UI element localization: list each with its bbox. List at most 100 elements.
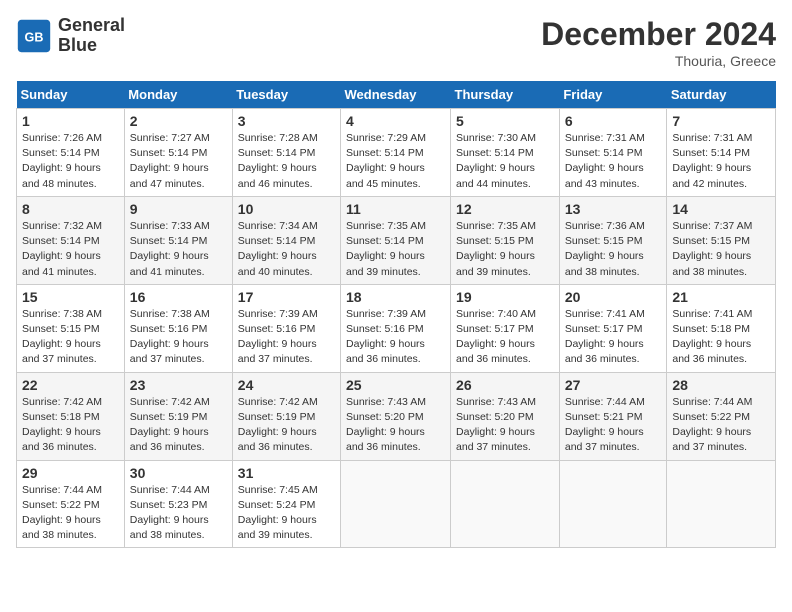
- day-info: Sunrise: 7:44 AM Sunset: 5:21 PM Dayligh…: [565, 395, 662, 456]
- day-number: 1: [22, 113, 119, 129]
- day-number: 24: [238, 377, 335, 393]
- calendar-week-row: 8Sunrise: 7:32 AM Sunset: 5:14 PM Daylig…: [17, 196, 776, 284]
- day-info: Sunrise: 7:43 AM Sunset: 5:20 PM Dayligh…: [346, 395, 445, 456]
- calendar-day-cell: 1 Sunrise: 7:26 AM Sunset: 5:14 PM Daylig…: [17, 109, 125, 197]
- calendar-day-cell: 24 Sunrise: 7:42 AM Sunset: 5:19 PM Dayli…: [232, 372, 340, 460]
- calendar-day-cell: 23 Sunrise: 7:42 AM Sunset: 5:19 PM Dayli…: [124, 372, 232, 460]
- calendar-day-cell: 12Sunrise: 7:35 AM Sunset: 5:15 PM Dayli…: [451, 196, 560, 284]
- day-info: Sunrise: 7:42 AM Sunset: 5:19 PM Dayligh…: [130, 395, 227, 456]
- day-number: 2: [130, 113, 227, 129]
- day-of-week-header: Thursday: [451, 81, 560, 109]
- calendar-day-cell: 30 Sunrise: 7:44 AM Sunset: 5:23 PM Dayli…: [124, 460, 232, 548]
- title-block: December 2024 Thouria, Greece: [541, 16, 776, 69]
- calendar-day-cell: 19 Sunrise: 7:40 AM Sunset: 5:17 PM Dayli…: [451, 284, 560, 372]
- calendar-day-cell: 17 Sunrise: 7:39 AM Sunset: 5:16 PM Dayli…: [232, 284, 340, 372]
- calendar-day-cell: 9Sunrise: 7:33 AM Sunset: 5:14 PM Daylig…: [124, 196, 232, 284]
- day-number: 4: [346, 113, 445, 129]
- day-number: 21: [672, 289, 770, 305]
- day-number: 30: [130, 465, 227, 481]
- day-of-week-header: Friday: [559, 81, 667, 109]
- day-number: 23: [130, 377, 227, 393]
- day-number: 10: [238, 201, 335, 217]
- day-info: Sunrise: 7:37 AM Sunset: 5:15 PM Dayligh…: [672, 219, 770, 280]
- calendar-day-cell: 14Sunrise: 7:37 AM Sunset: 5:15 PM Dayli…: [667, 196, 776, 284]
- day-info: Sunrise: 7:34 AM Sunset: 5:14 PM Dayligh…: [238, 219, 335, 280]
- calendar-day-cell: 29Sunrise: 7:44 AM Sunset: 5:22 PM Dayli…: [17, 460, 125, 548]
- calendar-day-cell: 7 Sunrise: 7:31 AM Sunset: 5:14 PM Daylig…: [667, 109, 776, 197]
- day-info: Sunrise: 7:38 AM Sunset: 5:16 PM Dayligh…: [130, 307, 227, 368]
- empty-cell: [341, 460, 451, 548]
- day-of-week-header: Monday: [124, 81, 232, 109]
- calendar-day-cell: 13Sunrise: 7:36 AM Sunset: 5:15 PM Dayli…: [559, 196, 667, 284]
- day-info: Sunrise: 7:44 AM Sunset: 5:22 PM Dayligh…: [672, 395, 770, 456]
- calendar-day-cell: 2Sunrise: 7:27 AM Sunset: 5:14 PM Daylig…: [124, 109, 232, 197]
- day-info: Sunrise: 7:41 AM Sunset: 5:17 PM Dayligh…: [565, 307, 662, 368]
- logo-icon: GB: [16, 18, 52, 54]
- calendar-day-cell: 6 Sunrise: 7:31 AM Sunset: 5:14 PM Daylig…: [559, 109, 667, 197]
- day-info: Sunrise: 7:30 AM Sunset: 5:14 PM Dayligh…: [456, 131, 554, 192]
- day-info: Sunrise: 7:39 AM Sunset: 5:16 PM Dayligh…: [238, 307, 335, 368]
- month-title: December 2024: [541, 16, 776, 53]
- empty-cell: [451, 460, 560, 548]
- calendar-day-cell: 31 Sunrise: 7:45 AM Sunset: 5:24 PM Dayli…: [232, 460, 340, 548]
- day-number: 15: [22, 289, 119, 305]
- logo: GB General Blue: [16, 16, 125, 56]
- calendar-week-row: 29Sunrise: 7:44 AM Sunset: 5:22 PM Dayli…: [17, 460, 776, 548]
- calendar-day-cell: 8Sunrise: 7:32 AM Sunset: 5:14 PM Daylig…: [17, 196, 125, 284]
- calendar-day-cell: 11 Sunrise: 7:35 AM Sunset: 5:14 PM Dayli…: [341, 196, 451, 284]
- calendar-header-row: SundayMondayTuesdayWednesdayThursdayFrid…: [17, 81, 776, 109]
- day-info: Sunrise: 7:31 AM Sunset: 5:14 PM Dayligh…: [565, 131, 662, 192]
- day-info: Sunrise: 7:29 AM Sunset: 5:14 PM Dayligh…: [346, 131, 445, 192]
- day-info: Sunrise: 7:45 AM Sunset: 5:24 PM Dayligh…: [238, 483, 335, 544]
- day-number: 19: [456, 289, 554, 305]
- day-info: Sunrise: 7:42 AM Sunset: 5:19 PM Dayligh…: [238, 395, 335, 456]
- day-number: 26: [456, 377, 554, 393]
- calendar-day-cell: 4 Sunrise: 7:29 AM Sunset: 5:14 PM Daylig…: [341, 109, 451, 197]
- day-number: 28: [672, 377, 770, 393]
- day-number: 13: [565, 201, 662, 217]
- day-info: Sunrise: 7:31 AM Sunset: 5:14 PM Dayligh…: [672, 131, 770, 192]
- day-info: Sunrise: 7:26 AM Sunset: 5:14 PM Dayligh…: [22, 131, 119, 192]
- day-of-week-header: Sunday: [17, 81, 125, 109]
- empty-cell: [559, 460, 667, 548]
- day-number: 7: [672, 113, 770, 129]
- calendar-day-cell: 26 Sunrise: 7:43 AM Sunset: 5:20 PM Dayli…: [451, 372, 560, 460]
- day-number: 25: [346, 377, 445, 393]
- calendar-body: 1 Sunrise: 7:26 AM Sunset: 5:14 PM Daylig…: [17, 109, 776, 548]
- calendar-day-cell: 5Sunrise: 7:30 AM Sunset: 5:14 PM Daylig…: [451, 109, 560, 197]
- day-number: 11: [346, 201, 445, 217]
- page-header: GB General Blue December 2024 Thouria, G…: [16, 16, 776, 69]
- day-number: 18: [346, 289, 445, 305]
- day-info: Sunrise: 7:44 AM Sunset: 5:23 PM Dayligh…: [130, 483, 227, 544]
- day-info: Sunrise: 7:33 AM Sunset: 5:14 PM Dayligh…: [130, 219, 227, 280]
- day-number: 16: [130, 289, 227, 305]
- day-number: 17: [238, 289, 335, 305]
- day-info: Sunrise: 7:35 AM Sunset: 5:14 PM Dayligh…: [346, 219, 445, 280]
- day-number: 20: [565, 289, 662, 305]
- calendar-day-cell: 21 Sunrise: 7:41 AM Sunset: 5:18 PM Dayli…: [667, 284, 776, 372]
- calendar-day-cell: 20 Sunrise: 7:41 AM Sunset: 5:17 PM Dayli…: [559, 284, 667, 372]
- day-number: 3: [238, 113, 335, 129]
- day-info: Sunrise: 7:40 AM Sunset: 5:17 PM Dayligh…: [456, 307, 554, 368]
- day-of-week-header: Saturday: [667, 81, 776, 109]
- calendar-day-cell: 22Sunrise: 7:42 AM Sunset: 5:18 PM Dayli…: [17, 372, 125, 460]
- day-info: Sunrise: 7:43 AM Sunset: 5:20 PM Dayligh…: [456, 395, 554, 456]
- day-info: Sunrise: 7:28 AM Sunset: 5:14 PM Dayligh…: [238, 131, 335, 192]
- day-info: Sunrise: 7:44 AM Sunset: 5:22 PM Dayligh…: [22, 483, 119, 544]
- calendar-table: SundayMondayTuesdayWednesdayThursdayFrid…: [16, 81, 776, 548]
- day-info: Sunrise: 7:38 AM Sunset: 5:15 PM Dayligh…: [22, 307, 119, 368]
- day-number: 12: [456, 201, 554, 217]
- day-info: Sunrise: 7:41 AM Sunset: 5:18 PM Dayligh…: [672, 307, 770, 368]
- day-number: 8: [22, 201, 119, 217]
- day-number: 6: [565, 113, 662, 129]
- day-info: Sunrise: 7:39 AM Sunset: 5:16 PM Dayligh…: [346, 307, 445, 368]
- day-number: 31: [238, 465, 335, 481]
- day-info: Sunrise: 7:42 AM Sunset: 5:18 PM Dayligh…: [22, 395, 119, 456]
- calendar-day-cell: 25 Sunrise: 7:43 AM Sunset: 5:20 PM Dayli…: [341, 372, 451, 460]
- calendar-week-row: 15 Sunrise: 7:38 AM Sunset: 5:15 PM Dayli…: [17, 284, 776, 372]
- calendar-week-row: 1 Sunrise: 7:26 AM Sunset: 5:14 PM Daylig…: [17, 109, 776, 197]
- calendar-day-cell: 27Sunrise: 7:44 AM Sunset: 5:21 PM Dayli…: [559, 372, 667, 460]
- location-subtitle: Thouria, Greece: [541, 53, 776, 69]
- calendar-day-cell: 18 Sunrise: 7:39 AM Sunset: 5:16 PM Dayli…: [341, 284, 451, 372]
- calendar-day-cell: 3 Sunrise: 7:28 AM Sunset: 5:14 PM Daylig…: [232, 109, 340, 197]
